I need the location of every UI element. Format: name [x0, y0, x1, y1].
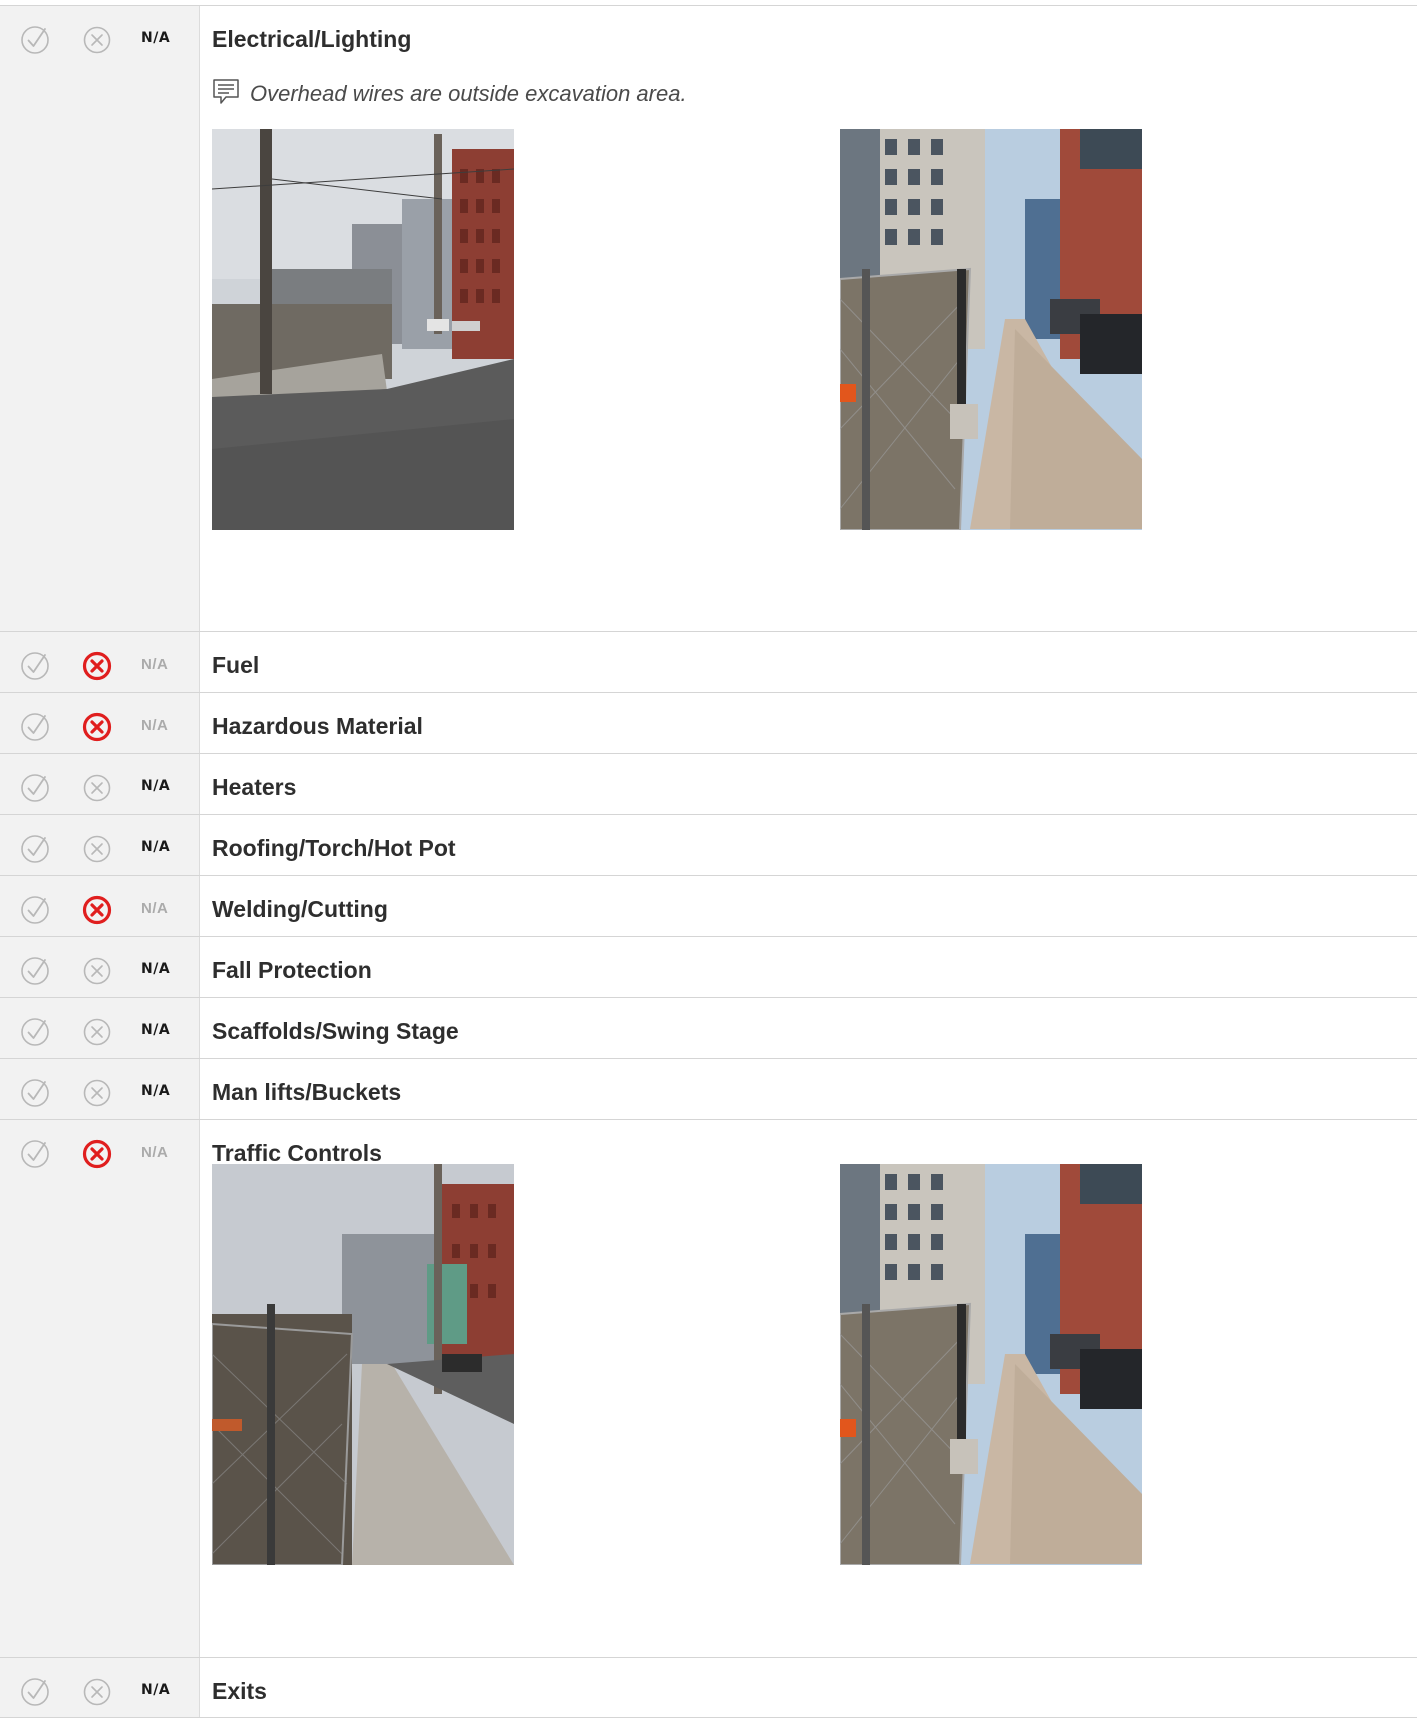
fenced-lot-sidewalk-photo[interactable]	[212, 1164, 514, 1565]
item-title: Fuel	[212, 652, 260, 678]
fail-x-icon-selected[interactable]	[82, 712, 112, 742]
na-option[interactable]: N/A	[141, 717, 168, 734]
fail-x-icon[interactable]	[82, 956, 112, 986]
fail-x-icon-selected[interactable]	[82, 895, 112, 925]
na-option-selected[interactable]: N/A	[141, 1022, 170, 1038]
pass-check-icon[interactable]	[20, 1139, 50, 1169]
na-option-selected[interactable]: N/A	[141, 839, 170, 855]
pass-check-icon[interactable]	[20, 25, 50, 55]
checklist-row: N/A Hazardous Material	[0, 693, 1417, 754]
comment-icon	[212, 78, 240, 106]
na-option-selected[interactable]: N/A	[141, 30, 170, 46]
checklist-row: N/A Heaters	[0, 754, 1417, 815]
sidewalk-fence-photo[interactable]	[840, 129, 1142, 530]
na-option-selected[interactable]: N/A	[141, 1682, 170, 1698]
checklist-row: N/A Man lifts/Buckets	[0, 1059, 1417, 1120]
item-title: Fall Protection	[212, 957, 372, 983]
checklist-row: N/A Scaffolds/Swing Stage	[0, 998, 1417, 1059]
fail-x-icon[interactable]	[82, 1017, 112, 1047]
pass-check-icon[interactable]	[20, 895, 50, 925]
inspection-checklist: N/A Electrical/Lighting Overhead wires are…	[0, 0, 1417, 1718]
comment-text: Overhead wires are outside excavation ar…	[250, 81, 687, 106]
checklist-row: N/A Electrical/Lighting Overhead wires are…	[0, 6, 1417, 632]
item-title: Welding/Cutting	[212, 896, 388, 922]
item-title: Heaters	[212, 774, 297, 800]
pass-check-icon[interactable]	[20, 1017, 50, 1047]
na-option[interactable]: N/A	[141, 656, 168, 673]
fail-x-icon[interactable]	[82, 25, 112, 55]
street-corner-utility-pole-photo[interactable]	[212, 129, 514, 530]
pass-check-icon[interactable]	[20, 712, 50, 742]
pass-check-icon[interactable]	[20, 1078, 50, 1108]
item-title: Roofing/Torch/Hot Pot	[212, 835, 456, 861]
fail-x-icon[interactable]	[82, 1677, 112, 1707]
pass-check-icon[interactable]	[20, 651, 50, 681]
item-title: Scaffolds/Swing Stage	[212, 1018, 459, 1044]
item-title: Electrical/Lighting	[212, 26, 412, 52]
status-column	[0, 6, 200, 632]
pass-check-icon[interactable]	[20, 834, 50, 864]
checklist-row: N/A Traffic Controls	[0, 1120, 1417, 1658]
pass-check-icon[interactable]	[20, 956, 50, 986]
na-option[interactable]: N/A	[141, 1144, 168, 1161]
fail-x-icon[interactable]	[82, 1078, 112, 1108]
sidewalk-fence-photo[interactable]	[840, 1164, 1142, 1565]
checklist-row: N/A Fall Protection	[0, 937, 1417, 998]
pass-check-icon[interactable]	[20, 1677, 50, 1707]
status-column	[0, 1120, 200, 1658]
fail-x-icon-selected[interactable]	[82, 651, 112, 681]
item-title: Traffic Controls	[212, 1140, 382, 1166]
na-option-selected[interactable]: N/A	[141, 778, 170, 794]
fail-x-icon[interactable]	[82, 834, 112, 864]
item-title: Hazardous Material	[212, 713, 423, 739]
na-option-selected[interactable]: N/A	[141, 1083, 170, 1099]
pass-check-icon[interactable]	[20, 773, 50, 803]
checklist-row: N/A Roofing/Torch/Hot Pot	[0, 815, 1417, 876]
fail-x-icon[interactable]	[82, 773, 112, 803]
item-title: Exits	[212, 1678, 267, 1704]
item-title: Man lifts/Buckets	[212, 1079, 402, 1105]
na-option-selected[interactable]: N/A	[141, 961, 170, 977]
fail-x-icon-selected[interactable]	[82, 1139, 112, 1169]
checklist-row: N/A Fuel	[0, 632, 1417, 693]
na-option[interactable]: N/A	[141, 900, 168, 917]
checklist-row: N/A Welding/Cutting	[0, 876, 1417, 937]
checklist-row: N/A Exits	[0, 1658, 1417, 1718]
